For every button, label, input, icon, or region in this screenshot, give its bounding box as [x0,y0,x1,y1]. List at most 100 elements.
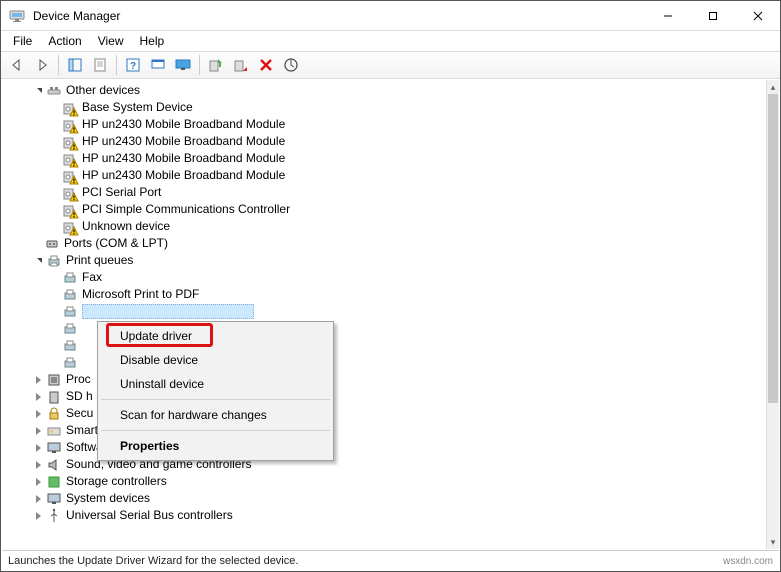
chevron-right-icon[interactable] [32,374,44,386]
tree-container: Other devices Base System Device HP un24… [2,80,766,549]
tree-label: Storage controllers [66,473,167,490]
tree-label: System devices [66,490,150,507]
device-warning-icon [62,202,78,218]
sd-icon [46,389,62,405]
window-title: Device Manager [33,9,120,23]
menu-help[interactable]: Help [132,32,173,50]
chevron-down-icon[interactable] [32,255,44,267]
device-warning-icon [62,168,78,184]
tree-node-device[interactable]: HP un2430 Mobile Broadband Module [4,116,766,133]
printer-icon [62,287,78,303]
menu-view[interactable]: View [90,32,132,50]
tree-label [82,304,254,319]
menu-action[interactable]: Action [40,32,89,50]
disable-icon[interactable] [229,53,253,77]
tree-node-storage[interactable]: Storage controllers [4,473,766,490]
svg-text:?: ? [130,61,136,72]
scroll-track[interactable] [767,94,779,535]
scroll-down-icon[interactable]: ▾ [767,535,779,549]
app-icon [9,8,25,24]
smart-card-icon [46,423,62,439]
tree-label: Proc [66,371,91,388]
tree-label: Ports (COM & LPT) [64,235,168,252]
tree-node-print-item[interactable]: Fax [4,269,766,286]
tree-node-print-item[interactable]: Microsoft Print to PDF [4,286,766,303]
properties-page-icon[interactable] [88,53,112,77]
statusbar: Launches the Update Driver Wizard for th… [2,550,779,571]
tree-node-ports[interactable]: Ports (COM & LPT) [4,235,766,252]
chevron-right-icon[interactable] [32,391,44,403]
close-button[interactable] [735,1,780,31]
system-icon [46,491,62,507]
tree-node-device[interactable]: PCI Serial Port [4,184,766,201]
chevron-right-icon[interactable] [32,459,44,471]
context-uninstall-device[interactable]: Uninstall device [100,372,331,396]
tree-label: HP un2430 Mobile Broadband Module [82,167,285,184]
maximize-button[interactable] [690,1,735,31]
back-arrow-icon[interactable] [5,53,29,77]
monitor-icon[interactable] [171,53,195,77]
tree-node-print-queues[interactable]: Print queues [4,252,766,269]
ports-icon [44,236,60,252]
printer-icon [62,338,78,354]
chevron-right-icon[interactable] [32,442,44,454]
tree-node-usb[interactable]: Universal Serial Bus controllers [4,507,766,524]
tree-label: PCI Simple Communications Controller [82,201,290,218]
chevron-right-icon[interactable] [32,425,44,437]
update-driver-icon[interactable] [204,53,228,77]
show-hidden-icon[interactable] [63,53,87,77]
tree-label: Base System Device [82,99,193,116]
device-warning-icon [62,134,78,150]
chevron-right-icon[interactable] [32,493,44,505]
printer-icon [62,304,78,320]
tree-node-other-devices[interactable]: Other devices [4,82,766,99]
refresh-icon[interactable] [146,53,170,77]
chevron-down-icon[interactable] [32,85,44,97]
tree-node-device[interactable]: HP un2430 Mobile Broadband Module [4,150,766,167]
tree-label: Fax [82,269,102,286]
context-scan-hardware[interactable]: Scan for hardware changes [100,403,331,427]
context-separator [101,399,330,400]
minimize-button[interactable] [645,1,690,31]
tree-node-system[interactable]: System devices [4,490,766,507]
tree-node-device[interactable]: Unknown device [4,218,766,235]
context-disable-device[interactable]: Disable device [100,348,331,372]
tree-node-device[interactable]: PCI Simple Communications Controller [4,201,766,218]
menu-file[interactable]: File [5,32,40,50]
uninstall-icon[interactable] [254,53,278,77]
chevron-right-icon[interactable] [32,476,44,488]
other-devices-icon [46,83,62,99]
forward-arrow-icon[interactable] [30,53,54,77]
chevron-right-icon[interactable] [32,408,44,420]
context-update-driver[interactable]: Update driver [100,324,331,348]
storage-icon [46,474,62,490]
menubar: File Action View Help [1,31,780,51]
device-warning-icon [62,185,78,201]
tree-node-device[interactable]: HP un2430 Mobile Broadband Module [4,133,766,150]
titlebar: Device Manager [1,1,780,31]
context-separator [101,430,330,431]
tree-label: PCI Serial Port [82,184,161,201]
usb-icon [46,508,62,524]
other-devices-children: Base System Device HP un2430 Mobile Broa… [4,99,766,235]
tree-node-device[interactable]: HP un2430 Mobile Broadband Module [4,167,766,184]
chevron-right-icon[interactable] [32,510,44,522]
statusbar-source: wsxdn.com [723,556,773,567]
vertical-scrollbar[interactable]: ▴ ▾ [766,80,779,549]
processor-icon [46,372,62,388]
sound-icon [46,457,62,473]
printer-icon [62,270,78,286]
help-icon[interactable]: ? [121,53,145,77]
printer-icon [46,253,62,269]
tree-node-print-item-selected[interactable] [4,303,766,320]
tree-label: Other devices [66,82,140,99]
tree-label: HP un2430 Mobile Broadband Module [82,133,285,150]
scan-icon[interactable] [279,53,303,77]
tree-label: Microsoft Print to PDF [82,286,199,303]
security-icon [46,406,62,422]
tree-node-device[interactable]: Base System Device [4,99,766,116]
software-icon [46,440,62,456]
scroll-thumb[interactable] [768,94,778,403]
context-properties[interactable]: Properties [100,434,331,458]
scroll-up-icon[interactable]: ▴ [767,80,779,94]
